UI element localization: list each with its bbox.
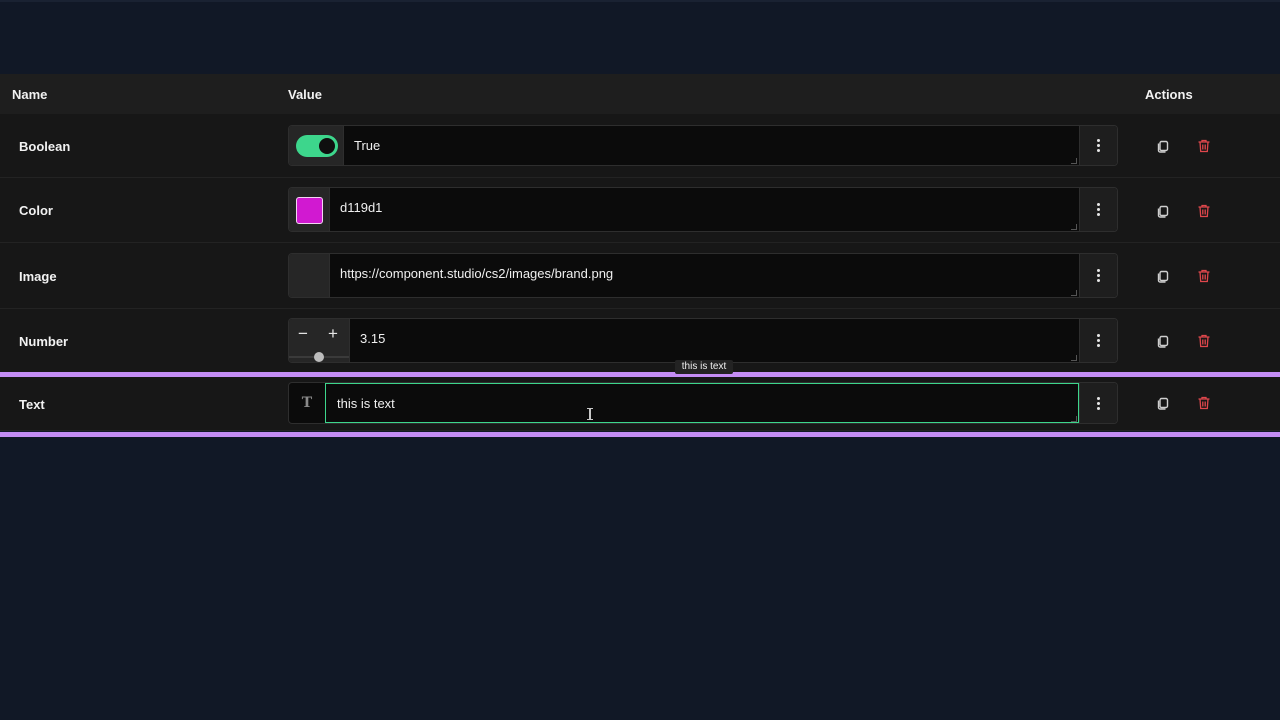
number-slider-thumb[interactable] [314,352,324,362]
resize-handle-icon[interactable] [1071,290,1077,296]
selection-outline-bottom [0,432,1280,437]
header-value: Value [288,87,322,102]
header-actions: Actions [1145,87,1193,102]
table-row-image: Image https://component.studio/cs2/image… [0,243,1280,309]
copy-icon[interactable] [1155,138,1171,154]
copy-icon[interactable] [1155,395,1171,411]
boolean-toggle[interactable] [296,135,338,157]
table-row-text: Text T this is text [0,373,1280,431]
copy-icon[interactable] [1155,203,1171,219]
toggle-container [289,126,344,165]
table-row-color: Color d119d1 [0,178,1280,243]
row-label-boolean: Boolean [19,139,71,154]
row-menu-button[interactable] [1079,188,1117,231]
row-menu-button[interactable] [1079,319,1117,362]
row-label-text: Text [19,397,45,412]
color-swatch[interactable] [296,197,323,224]
resize-handle-icon[interactable] [1071,224,1077,230]
properties-page: Name Value Actions Boolean True Color d1… [0,0,1280,720]
value-field-number: − + 3.15 [288,318,1118,363]
properties-table: Name Value Actions Boolean True Color d1… [0,74,1280,431]
row-label-image: Image [19,269,57,284]
top-edge [0,0,1280,2]
number-slider-track[interactable] [289,352,349,362]
trash-icon[interactable] [1196,203,1212,219]
copy-icon[interactable] [1155,333,1171,349]
row-menu-button[interactable] [1079,126,1117,165]
value-field-color: d119d1 [288,187,1118,232]
tooltip: this is text [675,360,733,374]
text-type-icon: T [301,395,313,411]
decrement-button[interactable]: − [298,325,308,343]
resize-handle-icon[interactable] [1071,158,1077,164]
table-row-number: Number − + 3.15 [0,309,1280,373]
text-value-input[interactable]: this is text [325,383,1079,423]
trash-icon[interactable] [1196,395,1212,411]
header-name: Name [12,87,48,102]
value-field-image: https://component.studio/cs2/images/bran… [288,253,1118,298]
color-value-text[interactable]: d119d1 [340,200,382,215]
value-field-boolean: True [288,125,1118,166]
text-value-text: this is text [337,396,395,411]
table-header: Name Value Actions [0,74,1280,114]
selection-outline-top [0,372,1280,377]
color-swatch-container [289,188,330,231]
table-row-boolean: Boolean True [0,114,1280,178]
row-menu-button[interactable] [1079,254,1117,297]
increment-button[interactable]: + [328,325,338,343]
row-label-color: Color [19,203,53,218]
resize-handle-icon[interactable] [1071,355,1077,361]
resize-handle-icon[interactable] [1071,416,1077,422]
number-value-text[interactable]: 3.15 [360,331,385,346]
number-stepper: − + [289,319,350,362]
copy-icon[interactable] [1155,268,1171,284]
image-preview[interactable] [289,254,330,297]
text-cursor-icon [587,408,593,420]
boolean-value-text[interactable]: True [354,138,380,153]
row-label-number: Number [19,334,69,349]
toggle-knob [319,138,335,154]
trash-icon[interactable] [1196,268,1212,284]
value-field-text: T this is text [288,382,1118,424]
row-menu-button[interactable] [1079,383,1117,423]
trash-icon[interactable] [1196,333,1212,349]
image-url-text[interactable]: https://component.studio/cs2/images/bran… [340,266,613,281]
trash-icon[interactable] [1196,138,1212,154]
